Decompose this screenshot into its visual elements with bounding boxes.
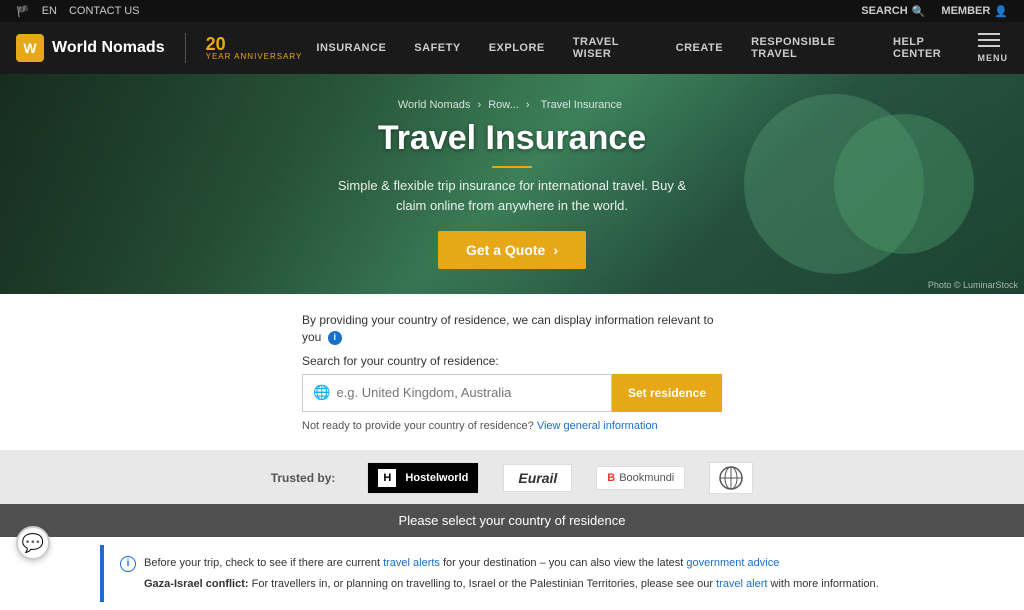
- logo-icon: W: [16, 34, 44, 62]
- info-icon[interactable]: i: [328, 331, 342, 345]
- residence-search-label: Search for your country of residence:: [302, 354, 722, 368]
- hero-subtitle: Simple & flexible trip insurance for int…: [322, 176, 702, 215]
- bookmundi-logo: B Bookmundi: [596, 466, 685, 490]
- travel-alert-link[interactable]: travel alert: [716, 578, 767, 590]
- search-icon: 🔍: [912, 5, 926, 18]
- topbar-left: 🏴 EN CONTACT US: [16, 5, 139, 18]
- flag-icon: 🏴: [16, 5, 30, 18]
- nav-safety[interactable]: SAFETY: [400, 22, 474, 74]
- ivhq-logo: [709, 462, 753, 494]
- sections-wrapper: By providing your country of residence, …: [0, 294, 1024, 610]
- menu-button[interactable]: MENU: [978, 33, 1009, 63]
- breadcrumb-row[interactable]: Row...: [488, 99, 519, 111]
- nav-insurance[interactable]: INSURANCE: [302, 22, 400, 74]
- hero-decor-2: [834, 114, 974, 254]
- residence-inner: By providing your country of residence, …: [302, 312, 722, 432]
- nav-responsible-travel[interactable]: RESPONSIBLE TRAVEL: [737, 22, 879, 74]
- info-banner-wrapper: i Before your trip, check to see if ther…: [0, 537, 1024, 610]
- person-icon: 👤: [994, 5, 1008, 18]
- navbar: W World Nomads 20 YEAR ANNIVERSARY INSUR…: [0, 22, 1024, 74]
- contact-link[interactable]: CONTACT US: [69, 5, 140, 18]
- view-general-info-link[interactable]: View general information: [537, 420, 658, 432]
- government-advice-link[interactable]: government advice: [686, 557, 779, 569]
- info-banner-text: Before your trip, check to see if there …: [144, 555, 779, 572]
- search-input-wrap: 🌐: [302, 374, 612, 412]
- anniversary: 20 YEAR ANNIVERSARY: [206, 35, 303, 61]
- anniversary-label: YEAR ANNIVERSARY: [206, 53, 303, 61]
- hero-divider: [492, 166, 532, 168]
- menu-bar-1: [978, 33, 1000, 35]
- nav-right: MENU: [978, 33, 1009, 63]
- hero-section: World Nomads › Row... › Travel Insurance…: [0, 74, 1024, 294]
- info-banner: i Before your trip, check to see if ther…: [100, 545, 924, 603]
- country-search-input[interactable]: [336, 375, 601, 411]
- get-quote-button[interactable]: Get a Quote ›: [438, 231, 586, 269]
- chat-widget[interactable]: 💬: [16, 526, 50, 560]
- nav-help-center[interactable]: HELP CENTER: [879, 22, 977, 74]
- gaza-banner-text: Gaza-Israel conflict: For travellers in,…: [120, 576, 908, 593]
- breadcrumb: World Nomads › Row... › Travel Insurance: [322, 99, 702, 111]
- trusted-label: Trusted by:: [271, 471, 336, 485]
- anniversary-number: 20: [206, 35, 226, 53]
- eurail-logo: Eurail: [503, 464, 572, 492]
- arrow-icon: ›: [553, 242, 558, 258]
- nav-travel-wiser[interactable]: TRAVEL WISER: [559, 22, 662, 74]
- photo-credit: Photo © LuminarStock: [928, 280, 1018, 290]
- breadcrumb-current: Travel Insurance: [541, 99, 623, 111]
- not-ready-text: Not ready to provide your country of res…: [302, 420, 722, 432]
- member-button[interactable]: MEMBER 👤: [941, 5, 1008, 18]
- search-row: 🌐 Set residence: [302, 374, 722, 412]
- residence-section: By providing your country of residence, …: [0, 294, 1024, 450]
- residence-description: By providing your country of residence, …: [302, 312, 722, 346]
- breadcrumb-sep2: ›: [526, 99, 530, 111]
- hero-content: World Nomads › Row... › Travel Insurance…: [322, 99, 702, 269]
- logo-area: W World Nomads 20 YEAR ANNIVERSARY: [16, 33, 302, 63]
- hostelworld-logo: H Hostelworld: [367, 462, 479, 494]
- logo-text[interactable]: World Nomads: [52, 39, 165, 57]
- set-residence-button[interactable]: Set residence: [612, 374, 722, 412]
- hostelworld-text: Hostelworld: [405, 472, 468, 484]
- menu-bar-3: [978, 45, 1000, 47]
- logo-divider: [185, 33, 186, 63]
- overlay-notice: Please select your country of residence: [0, 504, 1024, 537]
- topbar: 🏴 EN CONTACT US SEARCH 🔍 MEMBER 👤: [0, 0, 1024, 22]
- info-banner-row: i Before your trip, check to see if ther…: [120, 555, 908, 572]
- nav-create[interactable]: CREATE: [662, 22, 737, 74]
- chat-icon: 💬: [22, 533, 44, 554]
- search-button[interactable]: SEARCH 🔍: [861, 5, 925, 18]
- nav-explore[interactable]: EXPLORE: [475, 22, 559, 74]
- trusted-section: Trusted by: H Hostelworld Eurail B Bookm…: [0, 450, 1024, 504]
- trusted-inner: Trusted by: H Hostelworld Eurail B Bookm…: [0, 462, 1024, 494]
- lang-label[interactable]: EN: [42, 5, 57, 18]
- breadcrumb-home[interactable]: World Nomads: [398, 99, 471, 111]
- menu-label: MENU: [978, 53, 1009, 63]
- topbar-right: SEARCH 🔍 MEMBER 👤: [861, 5, 1008, 18]
- breadcrumb-sep1: ›: [477, 99, 481, 111]
- menu-bar-2: [978, 39, 1000, 41]
- travel-alerts-link[interactable]: travel alerts: [383, 557, 440, 569]
- info-banner-icon: i: [120, 556, 136, 572]
- get-quote-label: Get a Quote: [466, 242, 545, 258]
- page-title: Travel Insurance: [322, 119, 702, 158]
- ivhq-icon: [715, 466, 747, 490]
- hw-box: H: [378, 469, 396, 487]
- nav-links: INSURANCE SAFETY EXPLORE TRAVEL WISER CR…: [302, 22, 977, 74]
- globe-icon: 🌐: [313, 384, 330, 401]
